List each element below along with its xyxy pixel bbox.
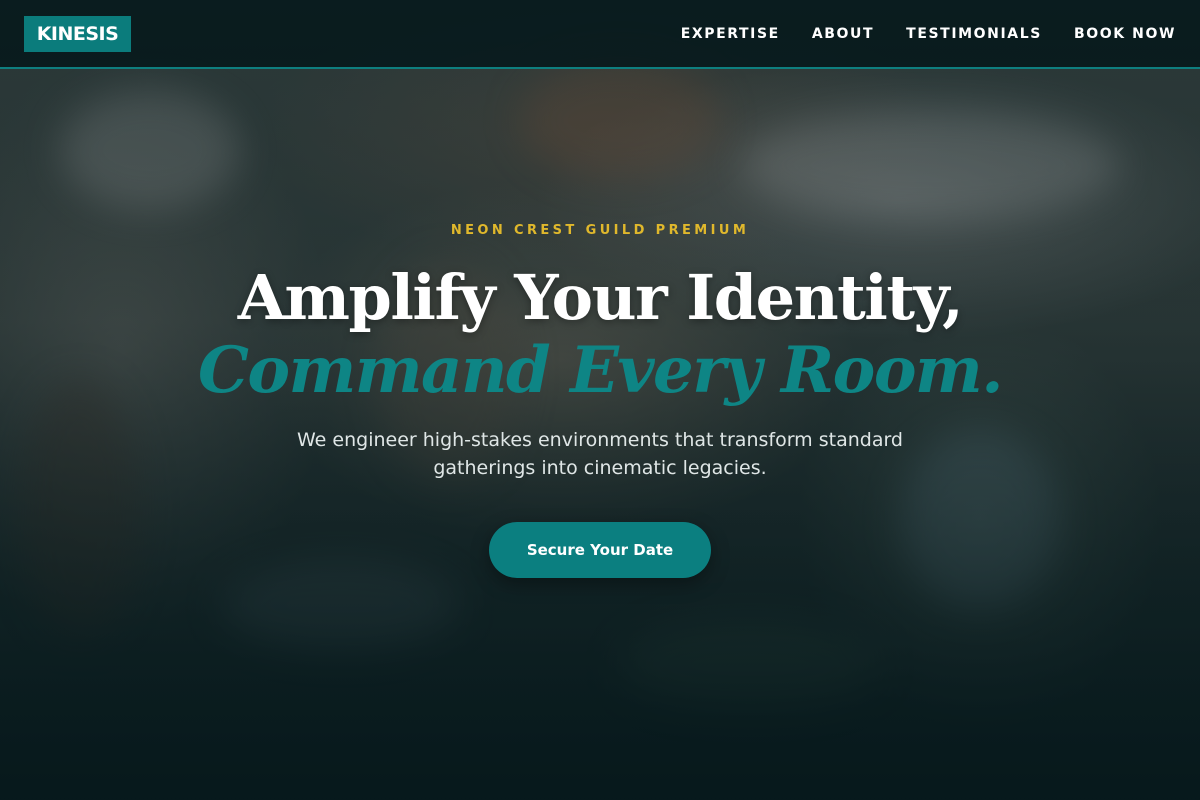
main-nav: EXPERTISE ABOUT TESTIMONIALS BOOK NOW [681, 26, 1176, 42]
site-header: KINESIS EXPERTISE ABOUT TESTIMONIALS BOO… [0, 0, 1200, 69]
hero-section: NEON CREST GUILD PREMIUM Amplify Your Id… [0, 69, 1200, 800]
logo[interactable]: KINESIS [24, 15, 131, 52]
nav-link-about[interactable]: ABOUT [812, 26, 874, 42]
nav-link-book-now[interactable]: BOOK NOW [1074, 26, 1176, 42]
hero-subtext: We engineer high-stakes environments tha… [297, 429, 903, 479]
secure-date-button[interactable]: Secure Your Date [489, 522, 711, 578]
nav-link-testimonials[interactable]: TESTIMONIALS [906, 26, 1042, 42]
hero-eyebrow: NEON CREST GUILD PREMIUM [450, 223, 750, 238]
hero-headline-line2: Command Every Room. [197, 333, 1004, 408]
hero-headline-line1: Amplify Your Identity, [237, 261, 964, 334]
nav-link-expertise[interactable]: EXPERTISE [681, 26, 780, 42]
